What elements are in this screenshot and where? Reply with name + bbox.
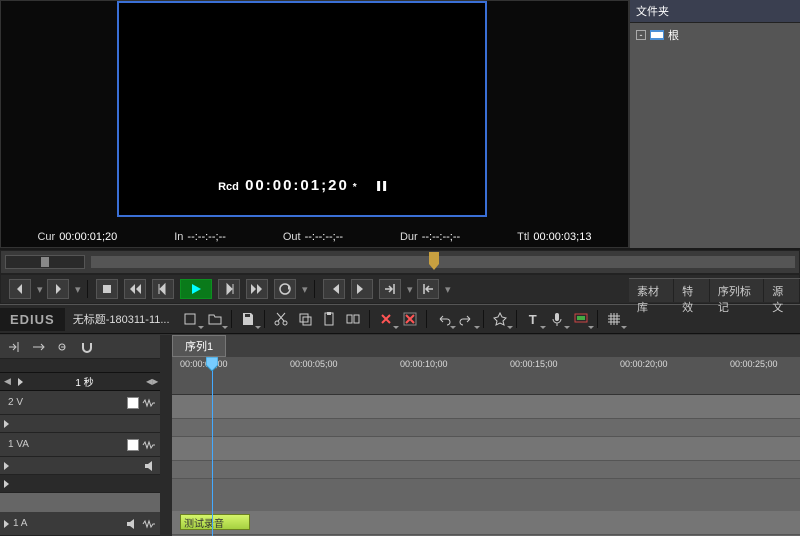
grid-button[interactable] bbox=[604, 310, 624, 328]
tab-bin[interactable]: 素材库 bbox=[629, 279, 674, 302]
minus-icon[interactable]: - bbox=[636, 30, 646, 40]
timeline-panel: ◀ 1 秒 ◀▶ 2 V 1 VA 1 A 序列1 bbox=[0, 334, 800, 536]
track-header-va1[interactable]: 1 VA bbox=[0, 433, 160, 457]
track-header-v2[interactable]: 2 V bbox=[0, 391, 160, 415]
jump-in-button[interactable] bbox=[379, 279, 401, 299]
lane-va1b[interactable] bbox=[172, 461, 800, 479]
zoom-control[interactable]: ◀ 1 秒 ◀▶ bbox=[0, 373, 160, 391]
pause-icon bbox=[377, 178, 386, 195]
track-headers: ◀ 1 秒 ◀▶ 2 V 1 VA 1 A bbox=[0, 335, 160, 536]
track-spacer bbox=[0, 475, 160, 493]
timecode-row: Cur00:00:01;20 In--:--:--;-- Out--:--:--… bbox=[1, 231, 628, 243]
speaker-icon[interactable] bbox=[144, 460, 156, 472]
audio-clip[interactable]: 测试录音 bbox=[180, 514, 250, 530]
zoom-expand-icon[interactable] bbox=[18, 378, 23, 386]
project-name: 无标题-180311-11... bbox=[73, 311, 173, 327]
tab-markers[interactable]: 序列标记 bbox=[710, 279, 764, 302]
playhead[interactable] bbox=[212, 357, 213, 536]
track-toolbar bbox=[0, 335, 160, 359]
lane-v2b[interactable] bbox=[172, 419, 800, 437]
next-frame-button[interactable] bbox=[218, 279, 240, 299]
bin-panel: 文件夹 - 根 bbox=[629, 0, 800, 248]
video-toggle-icon[interactable] bbox=[127, 439, 139, 451]
voiceover-button[interactable] bbox=[547, 310, 567, 328]
zoom-out-button[interactable]: ◀ bbox=[4, 376, 14, 387]
prev-edit-button[interactable] bbox=[323, 279, 345, 299]
folder-header: 文件夹 bbox=[630, 0, 800, 23]
scrub-track[interactable] bbox=[91, 256, 795, 268]
playhead-head-icon[interactable] bbox=[206, 357, 218, 371]
zoom-in-button[interactable]: ◀▶ bbox=[146, 377, 156, 386]
fast-forward-button[interactable] bbox=[246, 279, 268, 299]
new-sequence-button[interactable] bbox=[181, 310, 201, 328]
timeline-title-bar: EDIUS 无标题-180311-11... T bbox=[0, 304, 800, 334]
waveform-icon[interactable] bbox=[142, 398, 156, 408]
save-button[interactable] bbox=[238, 310, 258, 328]
tool-button[interactable] bbox=[490, 310, 510, 328]
snap-button[interactable] bbox=[78, 339, 96, 355]
track-gutter bbox=[160, 335, 172, 536]
tab-source[interactable]: 源文 bbox=[764, 279, 800, 302]
sequence-tab-bar: 序列1 bbox=[172, 335, 800, 357]
preview-panel: Rcd 00:00:01;20* Cur00:00:01;20 In--:--:… bbox=[0, 0, 629, 248]
app-name: EDIUS bbox=[0, 308, 65, 331]
monitor-button[interactable] bbox=[571, 310, 591, 328]
folder-tree[interactable]: - 根 bbox=[630, 23, 800, 47]
stop-button[interactable] bbox=[96, 279, 118, 299]
set-out-button[interactable] bbox=[47, 279, 69, 299]
lane-v2[interactable] bbox=[172, 395, 800, 419]
track-sub-v2[interactable] bbox=[0, 415, 160, 433]
tree-root-item[interactable]: - 根 bbox=[636, 27, 794, 43]
next-edit-button[interactable] bbox=[351, 279, 373, 299]
shuttle-control[interactable] bbox=[5, 255, 85, 269]
rewind-button[interactable] bbox=[124, 279, 146, 299]
timeline-tracks[interactable]: 序列1 00:00:00;00 00:00:05;00 00:00:10;00 … bbox=[172, 335, 800, 536]
track-header-a1[interactable]: 1 A bbox=[0, 512, 160, 536]
copy-button[interactable] bbox=[295, 310, 315, 328]
open-button[interactable] bbox=[205, 310, 225, 328]
preview-frame[interactable]: Rcd 00:00:01;20* bbox=[117, 1, 487, 217]
cut-button[interactable] bbox=[271, 310, 291, 328]
timeline-toolbar: T bbox=[173, 310, 800, 328]
tab-effects[interactable]: 特效 bbox=[674, 279, 710, 302]
waveform-icon[interactable] bbox=[142, 519, 156, 529]
insert-mode-button[interactable] bbox=[6, 339, 24, 355]
sequence-tab[interactable]: 序列1 bbox=[172, 335, 226, 357]
link-button[interactable] bbox=[54, 339, 72, 355]
lane-va1[interactable] bbox=[172, 437, 800, 461]
prev-frame-button[interactable] bbox=[152, 279, 174, 299]
speaker-icon[interactable] bbox=[126, 518, 138, 530]
waveform-icon[interactable] bbox=[142, 440, 156, 450]
track-sub-va1[interactable] bbox=[0, 457, 160, 475]
time-ruler[interactable]: 00:00:00;00 00:00:05;00 00:00:10;00 00:0… bbox=[172, 357, 800, 395]
overwrite-mode-button[interactable] bbox=[30, 339, 48, 355]
redo-button[interactable] bbox=[457, 310, 477, 328]
side-tab-bar: 素材库 特效 序列标记 源文 bbox=[629, 278, 800, 302]
scrub-bar bbox=[0, 250, 800, 274]
undo-button[interactable] bbox=[433, 310, 453, 328]
ripple-delete-button[interactable] bbox=[376, 310, 396, 328]
title-button[interactable]: T bbox=[523, 310, 543, 328]
paste-button[interactable] bbox=[319, 310, 339, 328]
record-timecode: Rcd 00:00:01;20* bbox=[218, 177, 386, 195]
play-button[interactable] bbox=[180, 279, 212, 299]
folder-icon bbox=[650, 29, 664, 41]
paste-insert-button[interactable] bbox=[343, 310, 363, 328]
delete-button[interactable] bbox=[400, 310, 420, 328]
scrub-thumb[interactable] bbox=[429, 252, 439, 270]
set-in-button[interactable] bbox=[9, 279, 31, 299]
video-toggle-icon[interactable] bbox=[127, 397, 139, 409]
jump-out-button[interactable] bbox=[417, 279, 439, 299]
loop-button[interactable] bbox=[274, 279, 296, 299]
lane-a1[interactable]: 测试录音 bbox=[172, 511, 800, 535]
track-small-row bbox=[0, 359, 160, 373]
